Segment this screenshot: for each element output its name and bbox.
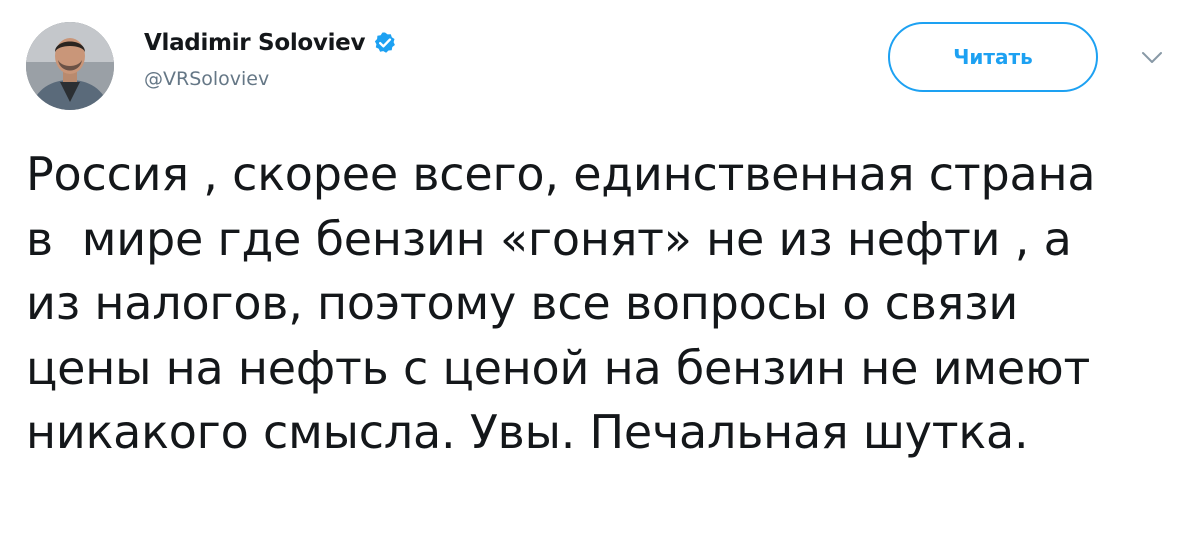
tweet-text: Россия , скорее всего, единственная стра… [26,147,1096,459]
author-handle[interactable]: @VRSoloviev [144,68,397,90]
author-names: Vladimir Soloviev @VRSoloviev [144,26,397,90]
name-row: Vladimir Soloviev [144,26,397,60]
avatar-photo-icon [26,22,114,110]
follow-button[interactable]: Читать [888,22,1098,92]
avatar[interactable] [26,22,114,110]
tweet-card: Vladimir Soloviev @VRSoloviev Читать Рос… [0,0,1200,545]
verified-badge-icon [373,31,397,55]
chevron-down-icon[interactable] [1140,50,1164,66]
author-display-name[interactable]: Vladimir Soloviev [144,30,365,56]
tweet-header: Vladimir Soloviev @VRSoloviev Читать [26,22,1176,112]
